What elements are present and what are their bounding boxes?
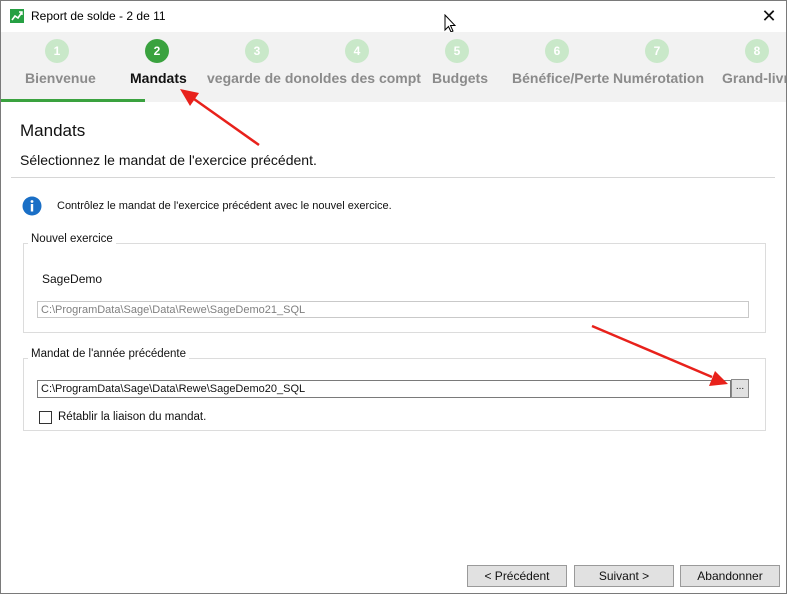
page-title: Mandats (20, 121, 86, 140)
step-label: Budgets (432, 70, 488, 86)
relink-checkbox[interactable] (39, 411, 52, 424)
active-step-indicator (1, 99, 145, 102)
step-number-badge: 6 (545, 39, 569, 63)
step-bienvenue[interactable]: 1 Bienvenue (7, 32, 107, 102)
browse-button[interactable]: ... (731, 379, 749, 398)
relink-checkbox-label: Rétablir la liaison du mandat. (58, 411, 207, 423)
step-number-badge: 8 (745, 39, 769, 63)
chart-app-icon (10, 9, 24, 23)
previous-year-path-input[interactable]: C:\ProgramData\Sage\Data\Rewe\SageDemo20… (37, 380, 731, 398)
step-number-badge: 2 (145, 39, 169, 63)
previous-button[interactable]: < Précédent (467, 565, 567, 587)
step-label: Numérotation (613, 70, 704, 86)
step-number-badge: 5 (445, 39, 469, 63)
step-numerotation[interactable]: 7 Numérotation (607, 32, 707, 102)
step-label: Mandats (130, 70, 187, 86)
step-number-badge: 1 (45, 39, 69, 63)
step-number-badge: 3 (245, 39, 269, 63)
previous-year-group-label: Mandat de l'année précédente (28, 348, 190, 360)
mouse-pointer-icon (444, 14, 456, 33)
new-exercise-group-label: Nouvel exercice (28, 233, 116, 245)
step-label: Grand-livr (722, 70, 786, 86)
page-subtitle: Sélectionnez le mandat de l'exercice pré… (20, 152, 317, 168)
new-exercise-group (23, 243, 766, 333)
dialog-window: Report de solde - 2 de 11 ✕ 1 Bienvenue … (0, 0, 787, 594)
window-title: Report de solde - 2 de 11 (31, 9, 166, 23)
step-budgets[interactable]: 5 Budgets (407, 32, 507, 102)
info-message: Contrôlez le mandat de l'exercice précéd… (57, 200, 392, 212)
step-sauvegarde[interactable]: 3 vegarde de donoldes des compt (207, 32, 421, 102)
cancel-button[interactable]: Abandonner (680, 565, 780, 587)
new-exercise-path-field: C:\ProgramData\Sage\Data\Rewe\SageDemo21… (37, 301, 749, 318)
new-exercise-mandate-name: SageDemo (42, 272, 103, 286)
info-icon (22, 196, 42, 216)
step-label: Bénéfice/Perte (512, 70, 610, 86)
step-benefice-perte[interactable]: 6 Bénéfice/Perte (507, 32, 610, 102)
step-mandats[interactable]: 2 Mandats (107, 32, 207, 102)
wizard-steps: 1 Bienvenue 2 Mandats 3 vegarde de donol… (1, 32, 786, 102)
step-4[interactable]: 4 (307, 32, 407, 102)
close-button[interactable]: ✕ (753, 3, 785, 30)
step-label: Bienvenue (25, 70, 96, 86)
step-grand-livre[interactable]: 8 Grand-livr (707, 32, 786, 102)
header-divider (11, 177, 775, 178)
step-number-badge: 4 (345, 39, 369, 63)
step-number-badge: 7 (645, 39, 669, 63)
title-bar: Report de solde - 2 de 11 ✕ (1, 1, 786, 32)
next-button[interactable]: Suivant > (574, 565, 674, 587)
